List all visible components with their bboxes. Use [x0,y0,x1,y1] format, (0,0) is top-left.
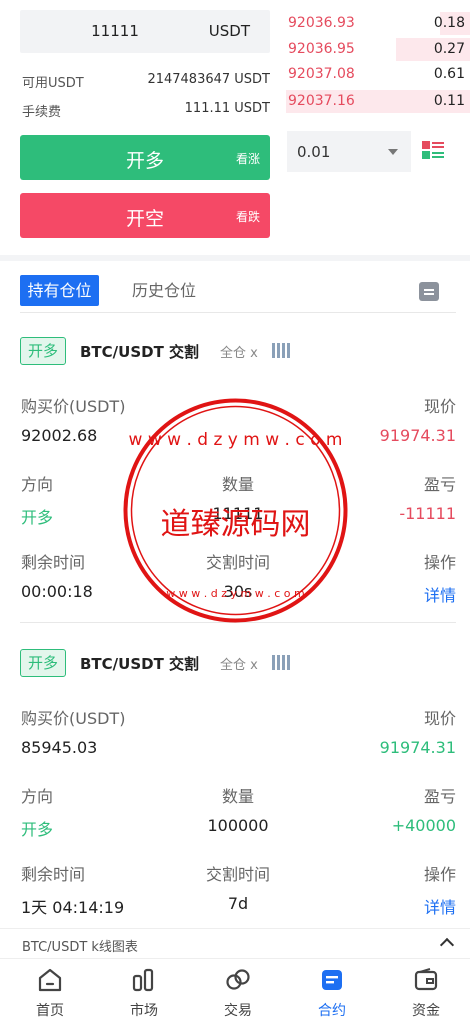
available-row: 可用USDT 2147483647 USDT [22,72,270,91]
pnl-label: 盈亏 [423,787,456,806]
pair-name: BTC/USDT 交割 [80,343,200,361]
tab-home-label: 首页 [36,1003,64,1019]
ask-row[interactable]: 92036.95 0.27 [286,38,470,61]
current-price-label: 现价 [423,397,456,416]
direction-value: 开多 [21,508,54,527]
watermark-stamp: w w w . d z y m w . c o m 道臻源码网 w w w . … [123,398,348,623]
available-value: 2147483647 USDT [147,72,270,87]
remaining-value: 1天 04:14:19 [21,898,125,917]
home-icon [38,968,62,992]
list-icon[interactable] [419,282,439,301]
order-panel: 11111 USDT 可用USDT 2147483647 USDT 手续费 11… [0,0,470,255]
watermark-url-top: w w w . d z y m w . c o m [129,430,343,450]
current-price: 91974.31 [379,426,456,445]
action-label: 操作 [423,553,456,572]
ask-qty: 0.11 [433,93,465,109]
ask-qty: 0.27 [433,41,465,57]
open-short-sub: 看跌 [235,210,260,224]
wallet-icon [414,968,438,991]
available-label: 可用USDT [22,76,84,91]
action-label: 操作 [423,865,456,884]
fee-label: 手续费 [22,105,62,120]
remaining-label: 剩余时间 [21,553,86,572]
ask-price: 92036.95 [288,41,355,57]
tab-history[interactable]: 历史仓位 [132,275,196,306]
pnl-label: 盈亏 [423,475,456,494]
direction-badge: 开多 [20,337,66,365]
fee-row: 手续费 111.11 USDT [22,101,270,120]
divider [20,312,456,313]
buy-price: 92002.68 [21,426,98,445]
amount-unit: USDT [208,22,250,40]
pair-name: BTC/USDT 交割 [80,655,200,673]
current-price: 91974.31 [379,738,456,757]
ask-qty: 0.18 [433,15,465,31]
direction-label: 方向 [21,787,54,806]
open-long-label: 开多 [125,150,164,172]
ask-price: 92036.93 [288,15,355,31]
depth-select-value: 0.01 [297,143,331,161]
open-short-button[interactable]: 开空 看跌 [20,193,270,238]
watermark-title: 道臻源码网 [161,507,311,542]
trade-icon [226,969,250,990]
contract-icon [322,970,342,990]
tab-contract[interactable]: 合约 [285,959,379,1025]
ask-qty: 0.61 [433,66,465,82]
open-long-button[interactable]: 开多 看涨 [20,135,270,180]
tab-market[interactable]: 市场 [97,959,191,1025]
quantity-value: 100000 [207,816,269,835]
amount-input[interactable]: 11111 USDT [20,10,270,53]
tab-wallet[interactable]: 资金 [379,959,470,1025]
chevron-down-icon [388,149,398,155]
tab-trade-label: 交易 [224,1003,252,1019]
pnl-value: -11111 [399,504,456,523]
ask-price: 92037.16 [288,93,355,109]
remaining-value: 00:00:18 [21,582,93,601]
buy-price: 85945.03 [21,738,98,757]
tab-market-label: 市场 [130,1003,158,1019]
kline-toggle[interactable]: BTC/USDT k线图表 [0,928,470,959]
bottom-tabbar: 首页 市场 交易 合约 资金 [0,958,470,1025]
depth-select[interactable]: 0.01 [287,131,411,172]
ask-price: 92037.08 [288,66,355,82]
tab-home[interactable]: 首页 [3,959,97,1025]
margin-mode: 全仓 x [220,658,258,673]
remaining-label: 剩余时间 [21,865,86,884]
kline-toggle-label: BTC/USDT k线图表 [22,940,138,955]
position-card: 开多 BTC/USDT 交割 全仓 x 购买价(USDT) 现价 85945.0… [0,649,470,949]
delivery-label: 交割时间 [205,865,270,884]
watermark-url-bottom: w w w . d z y m w . c o m [166,587,304,600]
pnl-value: +40000 [391,816,456,835]
leverage-icon [272,655,292,670]
ask-row[interactable]: 92037.08 0.61 [286,63,470,86]
leverage-icon [272,343,292,358]
open-short-label: 开空 [125,208,164,230]
direction-value: 开多 [21,820,54,839]
buy-price-label: 购买价(USDT) [21,397,126,416]
ask-row[interactable]: 92036.93 0.18 [286,12,470,35]
amount-value[interactable]: 11111 [20,22,210,40]
margin-mode: 全仓 x [220,346,258,361]
direction-badge: 开多 [20,649,66,677]
current-price-label: 现价 [423,709,456,728]
quantity-label: 数量 [221,787,254,806]
open-long-sub: 看涨 [235,152,260,166]
orderbook-layout-icon[interactable] [422,140,444,160]
tab-contract-label: 合约 [318,1003,346,1019]
delivery-value: 7d [227,894,249,913]
tab-holding[interactable]: 持有仓位 [20,275,99,306]
direction-label: 方向 [21,475,54,494]
details-link[interactable]: 详情 [424,582,456,606]
fee-value: 111.11 USDT [184,101,270,116]
ask-row[interactable]: 92037.16 0.11 [286,90,470,113]
market-icon [132,968,154,992]
details-link[interactable]: 详情 [424,894,456,918]
buy-price-label: 购买价(USDT) [21,709,126,728]
tab-trade[interactable]: 交易 [191,959,285,1025]
tab-wallet-label: 资金 [412,1003,440,1019]
chevron-up-icon [439,937,455,953]
